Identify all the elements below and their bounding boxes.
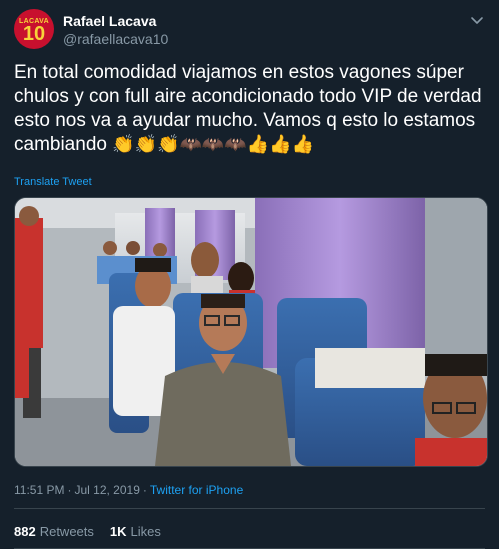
bat-emoji: 🦇 xyxy=(179,134,202,155)
retweets-count: 882 xyxy=(14,524,36,539)
chevron-down-icon[interactable] xyxy=(469,12,485,28)
bat-emoji: 🦇 xyxy=(224,134,247,155)
emoji-row: 👏👏👏🦇🦇🦇👍👍👍 xyxy=(112,134,314,155)
tweet-text: En total comodidad viajamos en estos vag… xyxy=(14,61,484,157)
video-still-train-passengers xyxy=(15,198,487,466)
clapping-hands-emoji: 👏 xyxy=(134,134,158,155)
clapping-hands-emoji: 👏 xyxy=(112,134,135,155)
avatar-number: 10 xyxy=(22,22,46,45)
translate-tweet-link[interactable]: Translate Tweet xyxy=(14,176,92,188)
engagement-stats: 882 Retweets 1K Likes xyxy=(14,524,177,539)
bat-emoji: 🦇 xyxy=(201,134,225,155)
clapping-hands-emoji: 👏 xyxy=(157,134,180,155)
likes-label: Likes xyxy=(130,524,161,539)
tweet-date[interactable]: Jul 12, 2019 xyxy=(74,483,139,497)
tweet-time[interactable]: 11:51 PM xyxy=(14,483,64,497)
avatar[interactable]: LACAVA 10 xyxy=(14,9,54,49)
author-handle[interactable]: @rafaellacava10 xyxy=(63,31,168,47)
tweet-source-link[interactable]: Twitter for iPhone xyxy=(150,483,243,497)
likes-count: 1K xyxy=(109,524,127,539)
likes-stat[interactable]: 1K Likes xyxy=(110,524,161,539)
retweets-stat[interactable]: 882 Retweets xyxy=(14,524,94,539)
separator-dot: · xyxy=(142,483,147,497)
tweet-media-video[interactable] xyxy=(14,197,488,467)
thumbs-up-emoji: 👍 xyxy=(291,134,315,155)
thumbs-up-emoji: 👍 xyxy=(246,134,270,155)
separator-dot: · xyxy=(67,483,72,497)
author-display-name[interactable]: Rafael Lacava xyxy=(63,13,156,29)
retweets-label: Retweets xyxy=(39,524,94,539)
thumbs-up-emoji: 👍 xyxy=(269,134,292,155)
tweet-card[interactable]: LACAVA 10 Rafael Lacava @rafaellacava10 … xyxy=(0,0,499,549)
tweet-timestamp: 11:51 PM · Jul 12, 2019 · Twitter for iPhone xyxy=(14,483,243,497)
divider xyxy=(14,508,485,509)
